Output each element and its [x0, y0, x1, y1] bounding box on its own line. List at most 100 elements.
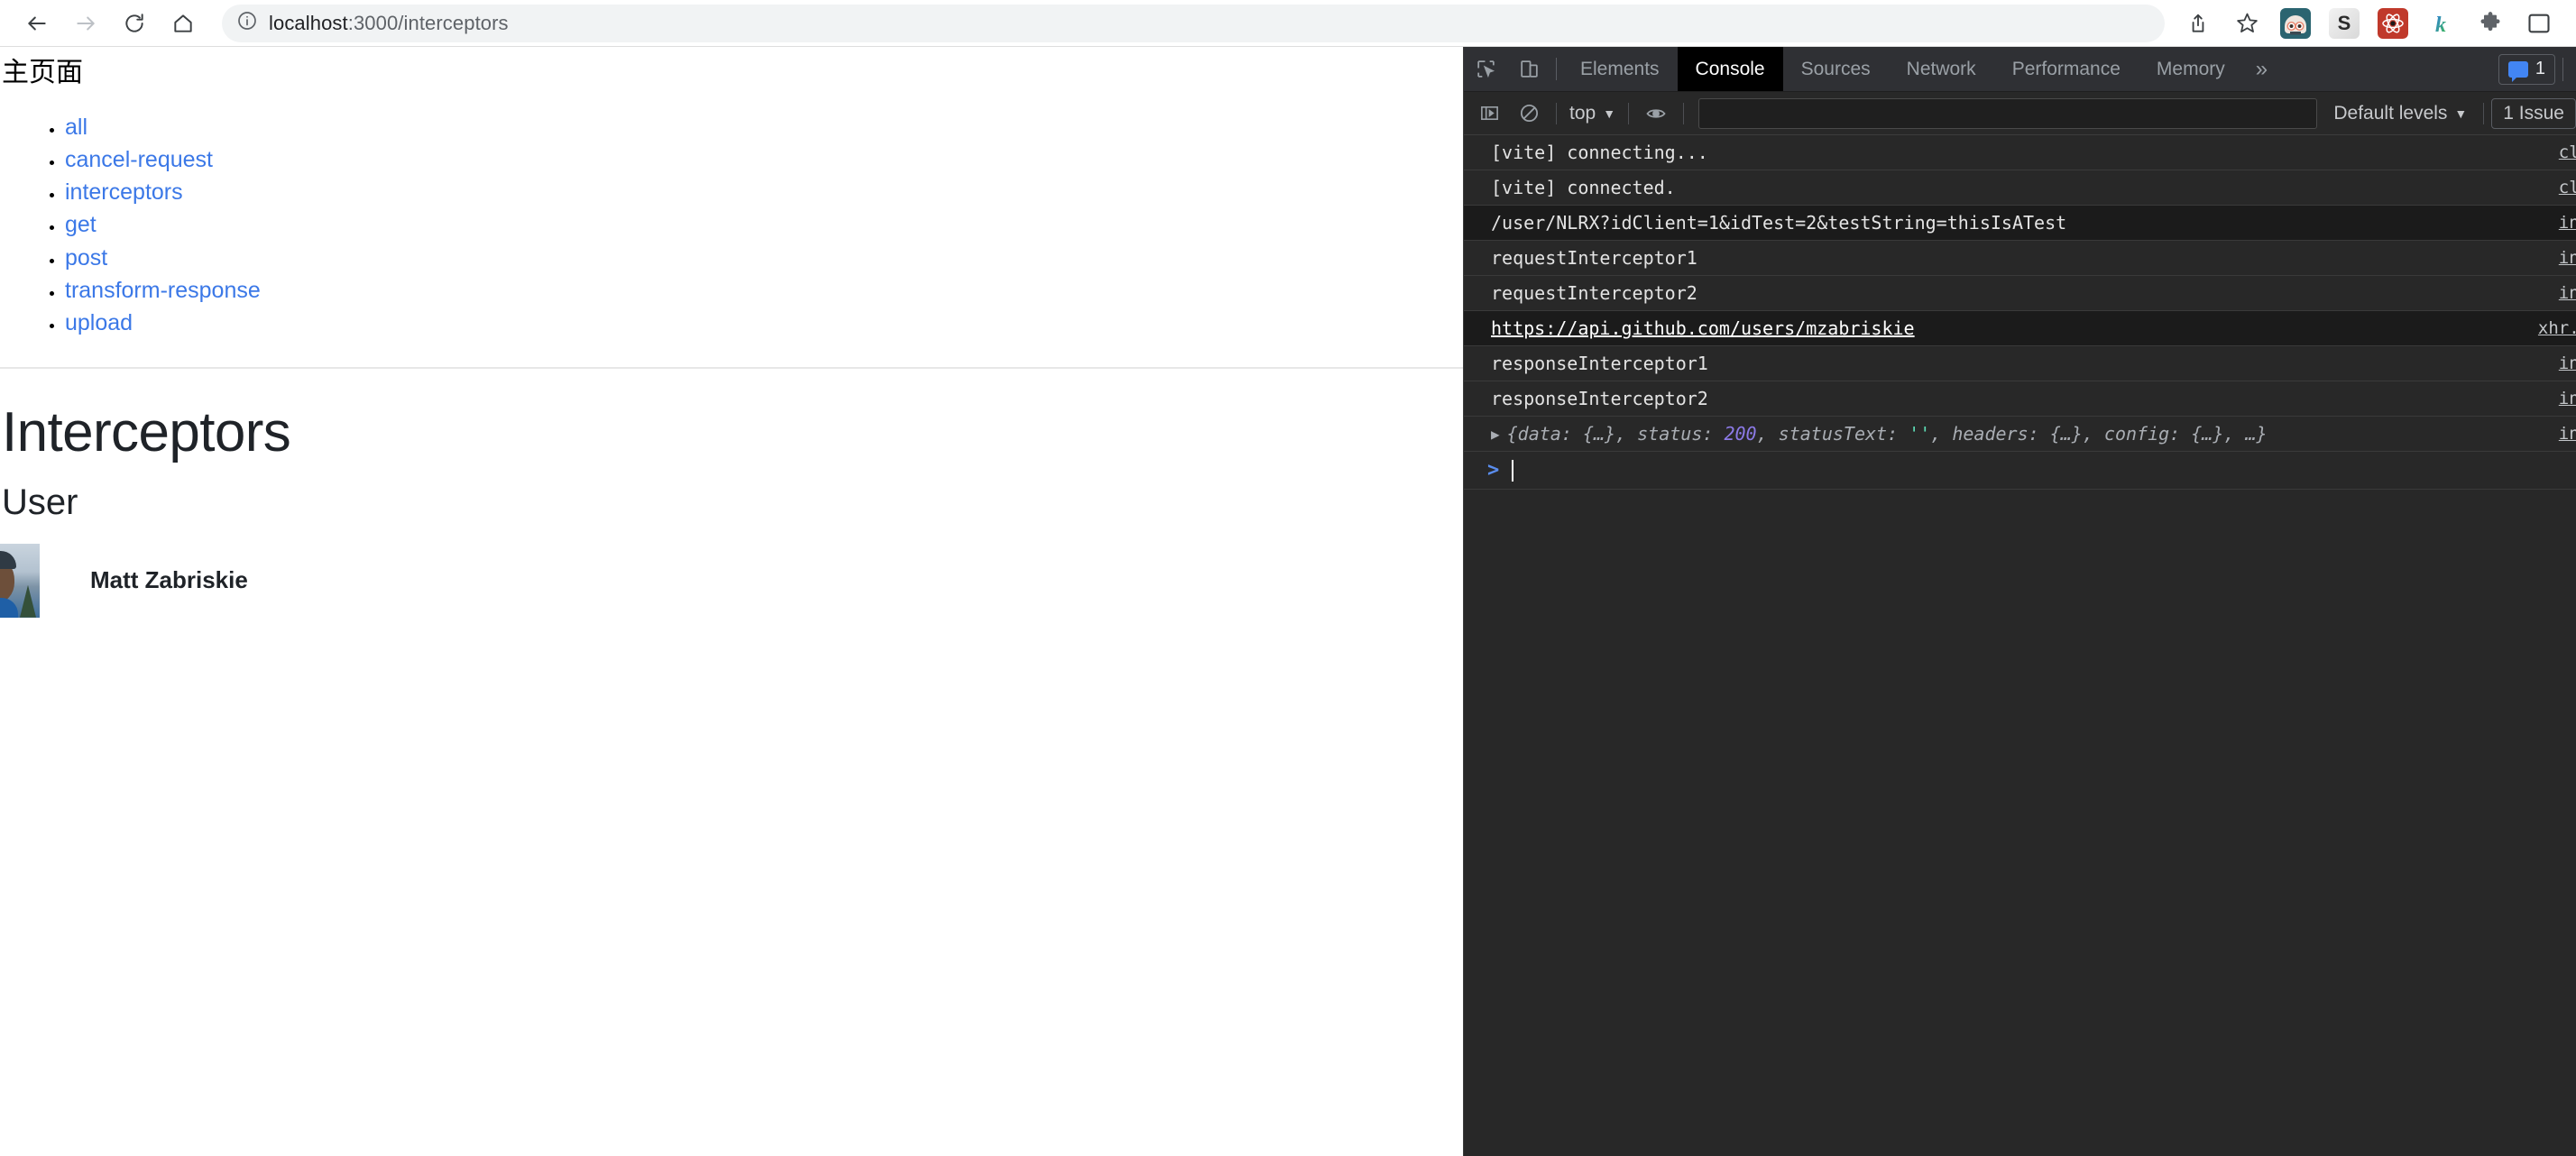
console-row[interactable]: https://api.github.com/users/mzabriskie …: [1464, 311, 2576, 346]
device-toolbar-icon: [1520, 60, 1538, 78]
console-message: /user/NLRX?idClient=1&idTest=2&testStrin…: [1491, 212, 2067, 234]
log-level-label: Default levels: [2333, 102, 2448, 124]
toolbar-divider-2: [1628, 102, 1630, 124]
chevron-down-icon: ▼: [2454, 106, 2468, 121]
console-row[interactable]: /user/NLRX?idClient=1&idTest=2&testStrin…: [1464, 206, 2576, 241]
forward-button[interactable]: [61, 0, 110, 48]
site-info-icon[interactable]: [236, 10, 258, 36]
console-row[interactable]: [vite] connecting... clien: [1464, 135, 2576, 170]
extension-k-extension[interactable]: k: [2419, 1, 2464, 46]
tab-elements[interactable]: Elements: [1562, 47, 1678, 91]
live-expression-eye-icon: [1646, 108, 1666, 118]
console-source-link[interactable]: index: [2550, 424, 2576, 444]
star-icon: [2236, 13, 2258, 32]
tab-memory[interactable]: Memory: [2139, 47, 2243, 91]
nav-link-post[interactable]: post: [65, 245, 107, 270]
console-message-link[interactable]: https://api.github.com/users/mzabriskie: [1491, 317, 2529, 339]
url-host: localhost: [269, 11, 348, 34]
list-item: interceptors: [65, 180, 1463, 205]
tabbar-right-divider: [2562, 57, 2563, 81]
nav-link-list: all cancel-request interceptors get post…: [0, 115, 1463, 335]
nav-link-transform-response[interactable]: transform-response: [65, 278, 261, 302]
home-button[interactable]: [159, 0, 207, 48]
console-source-link[interactable]: index: [2550, 353, 2576, 373]
console-source-link[interactable]: clien: [2550, 142, 2576, 162]
issues-badge[interactable]: 1 Issue: [2491, 97, 2576, 129]
toolbar-divider-4: [2483, 102, 2485, 124]
device-toolbar-button[interactable]: [1507, 47, 1550, 91]
url-text: localhost:3000/interceptors: [269, 12, 509, 35]
console-source-link[interactable]: index: [2550, 213, 2576, 233]
avatar-shirt: [0, 597, 18, 618]
clear-console-button[interactable]: [1509, 94, 1549, 133]
console-source-link[interactable]: clien: [2550, 178, 2576, 197]
message-count-badge[interactable]: 1: [2498, 53, 2555, 85]
console-prompt[interactable]: >: [1464, 452, 2576, 490]
nav-link-interceptors[interactable]: interceptors: [65, 180, 183, 205]
console-source-link[interactable]: index: [2550, 389, 2576, 408]
nav-link-all[interactable]: all: [65, 115, 87, 139]
inspect-element-icon: [1477, 60, 1495, 78]
reload-button[interactable]: [110, 0, 159, 48]
console-sidebar-toggle[interactable]: [1469, 94, 1509, 133]
back-button[interactable]: [13, 0, 61, 48]
nav-link-cancel-request[interactable]: cancel-request: [65, 147, 213, 171]
message-icon: [2507, 60, 2528, 82]
avatar-background-tree: [20, 584, 36, 618]
console-row[interactable]: requestInterceptor2 index: [1464, 276, 2576, 311]
extensions-menu-button[interactable]: [2468, 1, 2513, 46]
tab-network[interactable]: Network: [1889, 47, 1994, 91]
share-button[interactable]: [2176, 1, 2221, 46]
prompt-caret-icon: >: [1487, 459, 1500, 482]
user-name: Matt Zabriskie: [90, 566, 248, 594]
console-message: [vite] connecting...: [1491, 142, 1708, 163]
skull-avatar-extension-icon: [2280, 7, 2311, 39]
tab-console[interactable]: Console: [1677, 47, 1783, 91]
console-object-preview: {data: {…}, status: 200, statusText: '',…: [1507, 423, 2550, 445]
list-item: all: [65, 115, 1463, 139]
execution-context-selector[interactable]: top ▼: [1564, 103, 1621, 124]
tabbar-divider: [1556, 58, 1557, 80]
react-devtools-extension-icon: [2378, 7, 2408, 39]
console-log-area[interactable]: [vite] connecting... clien [vite] connec…: [1464, 135, 2576, 1156]
console-row[interactable]: responseInterceptor1 index: [1464, 346, 2576, 381]
content-divider: [0, 367, 1463, 370]
console-row[interactable]: [vite] connected. clien: [1464, 170, 2576, 206]
extension-skull-avatar-extension[interactable]: [2273, 1, 2318, 46]
puzzle-icon: [2480, 11, 2500, 31]
tab-sources[interactable]: Sources: [1783, 47, 1889, 91]
toolbar-divider-1: [1556, 102, 1557, 124]
console-source-link[interactable]: index: [2550, 248, 2576, 268]
side-panel-button[interactable]: [2516, 1, 2562, 46]
console-row-object[interactable]: ▶ {data: {…}, status: 200, statusText: '…: [1464, 417, 2576, 452]
console-message: requestInterceptor2: [1491, 282, 1697, 304]
console-row[interactable]: responseInterceptor2 index: [1464, 381, 2576, 417]
bookmark-button[interactable]: [2224, 1, 2269, 46]
back-arrow-icon: [28, 16, 46, 30]
clear-console-icon: [1520, 104, 1538, 123]
extension-react-devtools-extension[interactable]: [2370, 1, 2415, 46]
expand-arrow-icon[interactable]: ▶: [1491, 426, 1500, 443]
list-item: post: [65, 245, 1463, 270]
console-row[interactable]: requestInterceptor1 index: [1464, 241, 2576, 276]
console-source-link[interactable]: index: [2550, 283, 2576, 303]
web-page-content: 主页面 all cancel-request interceptors get …: [0, 47, 1463, 1156]
execution-context-label: top: [1569, 102, 1596, 124]
live-expression-button[interactable]: [1636, 94, 1676, 133]
tab-performance[interactable]: Performance: [1994, 47, 2139, 91]
object-mid: , statusText:: [1756, 423, 1909, 445]
extension-s-extension[interactable]: S: [2322, 1, 2367, 46]
address-bar[interactable]: localhost:3000/interceptors: [222, 4, 2165, 42]
log-level-selector[interactable]: Default levels ▼: [2324, 103, 2476, 124]
more-tabs-button[interactable]: »: [2243, 47, 2280, 91]
inspect-element-button[interactable]: [1464, 47, 1507, 91]
s-extension-icon: S: [2329, 7, 2360, 39]
console-source-link[interactable]: xhr.ts?: [2529, 318, 2576, 338]
section-heading: Interceptors: [2, 401, 291, 464]
chevron-down-icon: ▼: [1603, 106, 1616, 121]
nav-link-upload[interactable]: upload: [65, 311, 133, 335]
page-title: 主页面: [2, 58, 83, 87]
filter-input[interactable]: [1698, 97, 2318, 129]
list-item: cancel-request: [65, 147, 1463, 171]
nav-link-get[interactable]: get: [65, 213, 97, 237]
